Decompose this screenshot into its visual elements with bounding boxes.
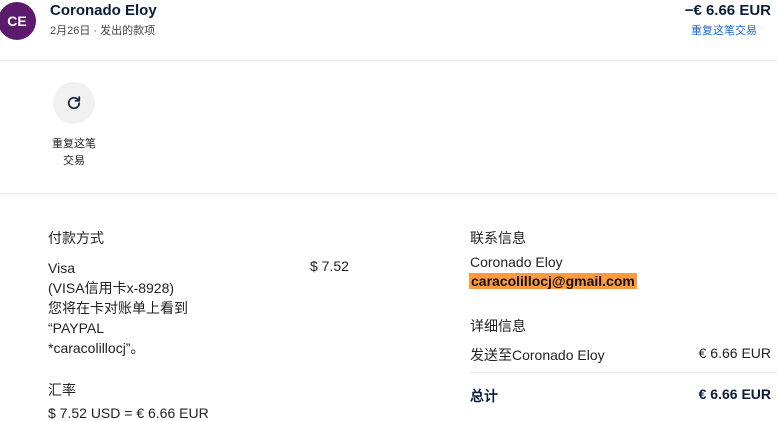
payment-method-amount: $ 7.52 <box>310 258 349 274</box>
payment-method-title: 付款方式 <box>48 230 104 246</box>
sent-to-label: 发送至Coronado Eloy <box>470 347 605 363</box>
contact-email[interactable]: caracolillocj@gmail.com <box>469 273 637 289</box>
exchange-rate-title: 汇率 <box>48 382 76 398</box>
payment-method-description: Visa (VISA信用卡x-8928) 您将在卡对账单上看到 “PAYPAL … <box>48 260 188 356</box>
contact-name: Coronado Eloy <box>470 254 563 270</box>
avatar: CE <box>0 2 36 40</box>
transaction-subtitle: 2月26日 · 发出的款项 <box>50 25 156 37</box>
repeat-button-label: 重复这笔 交易 <box>52 138 96 167</box>
repeat-button[interactable] <box>53 82 95 124</box>
counterparty-name: Coronado Eloy <box>50 2 157 19</box>
exchange-rate-value: $ 7.52 USD = € 6.66 EUR <box>48 405 209 421</box>
divider <box>470 372 777 373</box>
total-amount: € 6.66 EUR <box>698 386 771 402</box>
refresh-icon <box>67 96 81 110</box>
sent-to-amount: € 6.66 EUR <box>698 345 771 361</box>
total-label: 总计 <box>470 388 498 404</box>
repeat-transaction-link[interactable]: 重复这笔交易 <box>691 22 757 38</box>
contact-info-title: 联系信息 <box>470 230 526 246</box>
details-title: 详细信息 <box>470 318 526 334</box>
transaction-amount: −€ 6.66 EUR <box>684 2 771 19</box>
divider <box>0 60 777 61</box>
divider <box>0 193 777 194</box>
repeat-transaction-action[interactable]: 重复这笔 交易 <box>42 82 106 170</box>
